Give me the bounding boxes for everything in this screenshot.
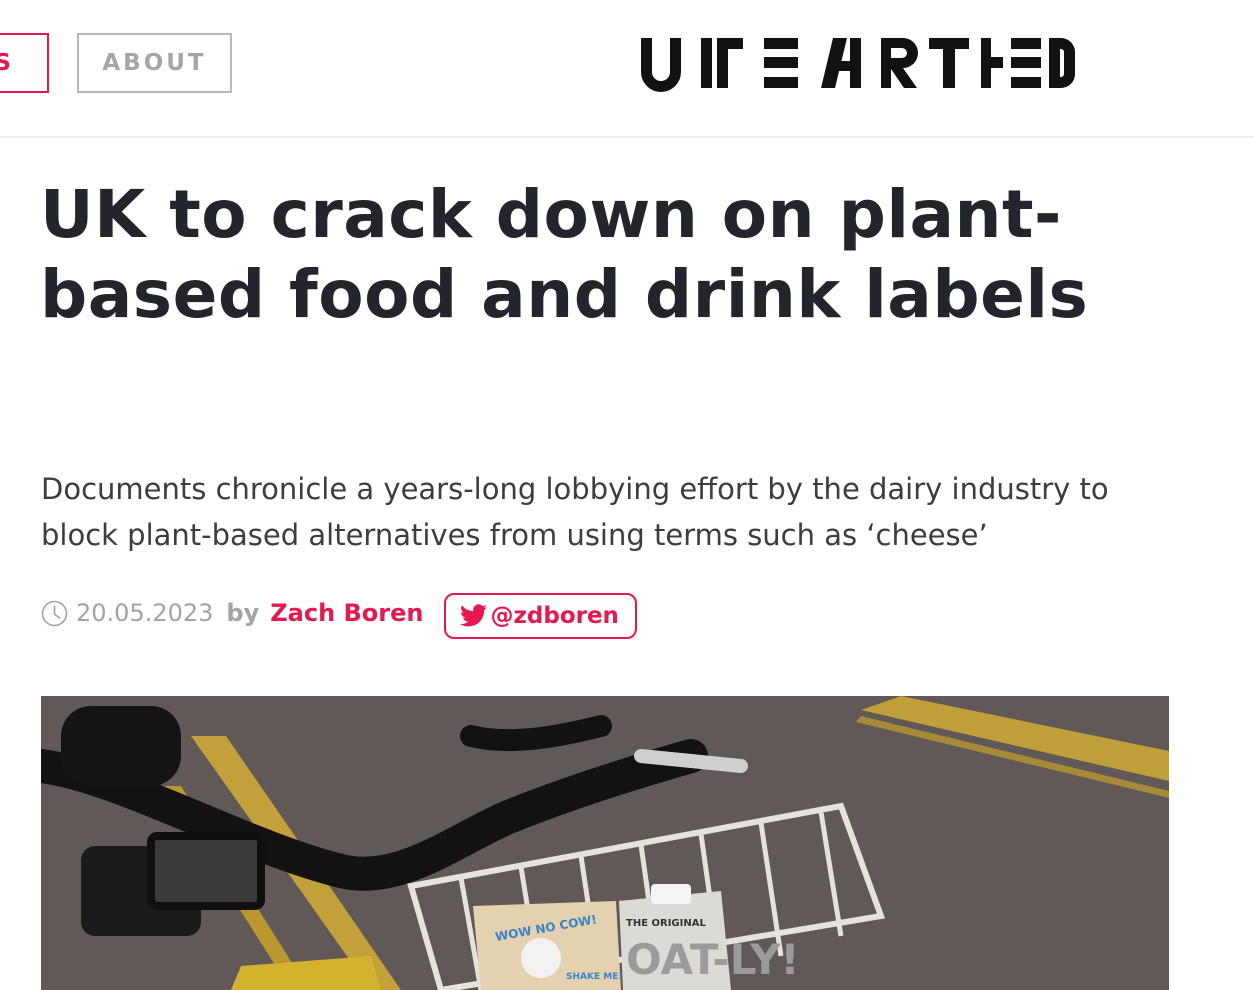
clock-icon: [41, 600, 68, 626]
byline-prefix: by: [226, 599, 260, 627]
article-meta: 20.05.2023 by Zach Boren @zdboren: [41, 588, 637, 639]
publish-date: 20.05.2023: [76, 599, 214, 627]
article-headline: UK to crack down on plant-based food and…: [40, 176, 1089, 333]
nav-news-button[interactable]: S: [0, 33, 49, 93]
nav-news-label: S: [0, 50, 14, 76]
unearthed-logo[interactable]: [639, 34, 1075, 92]
twitter-handle-button[interactable]: @zdboren: [443, 592, 637, 639]
nav-about-button[interactable]: ABOUT: [77, 33, 232, 93]
hero-photo-illustration: WOW NO COW! SHAKE ME! THE ORIGINAL OAT-L…: [41, 696, 1169, 990]
author-link[interactable]: Zach Boren: [270, 599, 423, 627]
twitter-handle: @zdboren: [490, 602, 619, 629]
carton-left-sub: SHAKE ME!: [566, 972, 622, 982]
nav-about-label: ABOUT: [102, 50, 207, 76]
article-standfirst: Documents chronicle a years-long lobbyin…: [41, 472, 1109, 552]
site-header: S ABOUT: [0, 0, 1254, 138]
twitter-icon: [459, 604, 487, 627]
carton-right-top: THE ORIGINAL: [626, 918, 706, 929]
carton-left: WOW NO COW! SHAKE ME!: [473, 901, 622, 990]
hero-image: WOW NO COW! SHAKE ME! THE ORIGINAL OAT-L…: [41, 696, 1169, 990]
carton-right-brand: OAT-LY!: [626, 935, 800, 984]
